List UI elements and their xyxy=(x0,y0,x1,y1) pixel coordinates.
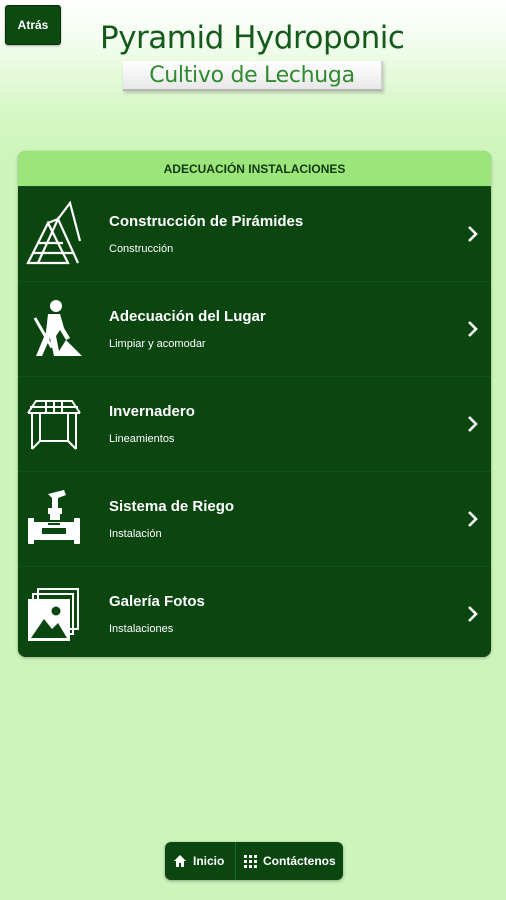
menu-item-label: Galería Fotos xyxy=(109,593,205,610)
menu-item-label: Adecuación del Lugar xyxy=(109,308,266,325)
app-title: Pyramid Hydroponic xyxy=(100,20,405,56)
home-icon xyxy=(174,855,186,867)
menu-item-sub: Lineamientos xyxy=(109,433,175,445)
chevron-right-icon xyxy=(468,511,478,527)
back-button[interactable]: Atrás xyxy=(5,5,61,45)
menu-item-sub: Instalación xyxy=(109,528,162,540)
menu-panel: ADECUACIÓN INSTALACIONES Construcción de… xyxy=(18,151,491,657)
grid-icon xyxy=(244,854,257,868)
worker-shovel-icon xyxy=(33,300,82,356)
menu-item-sub: Limpiar y acomodar xyxy=(109,338,206,350)
subtitle-banner: Cultivo de Lechuga xyxy=(123,61,383,91)
panel-heading: ADECUACIÓN INSTALACIONES xyxy=(18,151,491,186)
menu-item-label: Invernadero xyxy=(109,403,195,420)
chevron-right-icon xyxy=(468,606,478,622)
photo-gallery-icon xyxy=(28,588,79,641)
home-button[interactable]: Inicio xyxy=(165,842,235,880)
greenhouse-icon xyxy=(27,400,81,450)
pyramid-icon xyxy=(26,201,82,265)
menu-item-label: Sistema de Riego xyxy=(109,498,235,515)
menu-item-galeria-fotos[interactable]: Galería Fotos Instalaciones xyxy=(18,566,491,657)
menu-item-sub: Instalaciones xyxy=(109,623,174,635)
menu-item-sub: Construcción xyxy=(109,243,174,255)
contact-button[interactable]: Contáctenos xyxy=(235,842,336,880)
chevron-right-icon xyxy=(468,416,478,432)
app-subtitle: Cultivo de Lechuga xyxy=(149,62,355,88)
contact-label: Contáctenos xyxy=(263,854,336,868)
menu-item-adecuacion-lugar[interactable]: Adecuación del Lugar Limpiar y acomodar xyxy=(18,281,491,376)
footer-nav: Inicio Contáctenos xyxy=(165,842,343,880)
menu-item-construccion-piramides[interactable]: Construcción de Pirámides Construcción xyxy=(18,186,491,281)
chevron-right-icon xyxy=(468,226,478,242)
menu-item-invernadero[interactable]: Invernadero Lineamientos xyxy=(18,376,491,471)
home-label: Inicio xyxy=(193,854,225,868)
menu-item-sistema-riego[interactable]: Sistema de Riego Instalación xyxy=(18,471,491,566)
menu-item-label: Construcción de Pirámides xyxy=(109,213,304,230)
chevron-right-icon xyxy=(468,321,478,337)
faucet-pipe-icon xyxy=(28,490,80,544)
